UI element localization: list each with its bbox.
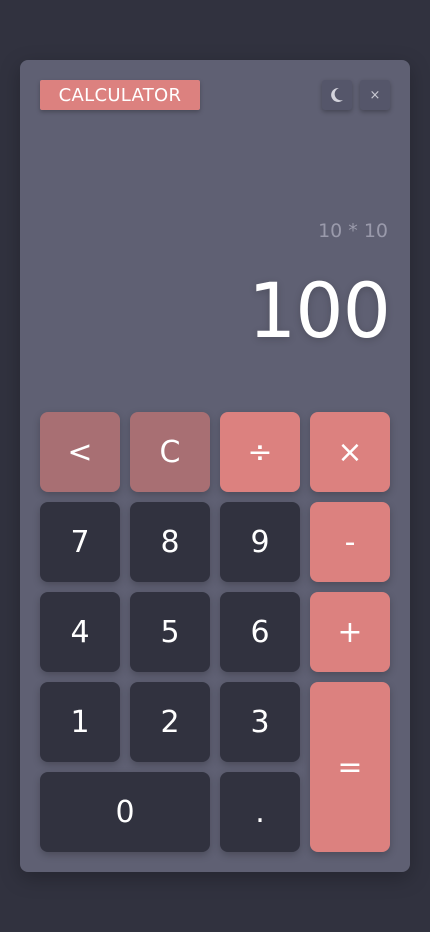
expression-display: 10 * 10 [318, 220, 388, 242]
close-button[interactable]: × [360, 80, 390, 110]
crescent-moon-icon [331, 87, 343, 102]
calculator-panel: CALCULATOR × 10 * 10 100 < C ÷ × 7 8 9 -… [20, 60, 410, 872]
key-7[interactable]: 7 [40, 502, 120, 582]
backspace-key[interactable]: < [40, 412, 120, 492]
clear-key[interactable]: C [130, 412, 210, 492]
equals-key[interactable]: = [310, 682, 390, 852]
key-0[interactable]: 0 [40, 772, 210, 852]
divide-key[interactable]: ÷ [220, 412, 300, 492]
key-4[interactable]: 4 [40, 592, 120, 672]
app-title: CALCULATOR [40, 80, 200, 110]
key-6[interactable]: 6 [220, 592, 300, 672]
minus-key[interactable]: - [310, 502, 390, 582]
key-1[interactable]: 1 [40, 682, 120, 762]
decimal-key[interactable]: . [220, 772, 300, 852]
key-9[interactable]: 9 [220, 502, 300, 582]
key-3[interactable]: 3 [220, 682, 300, 762]
multiply-key[interactable]: × [310, 412, 390, 492]
plus-key[interactable]: + [310, 592, 390, 672]
key-8[interactable]: 8 [130, 502, 210, 582]
key-2[interactable]: 2 [130, 682, 210, 762]
key-5[interactable]: 5 [130, 592, 210, 672]
close-icon: × [369, 87, 381, 103]
result-display: 100 [247, 266, 391, 355]
theme-toggle-button[interactable] [322, 80, 352, 110]
